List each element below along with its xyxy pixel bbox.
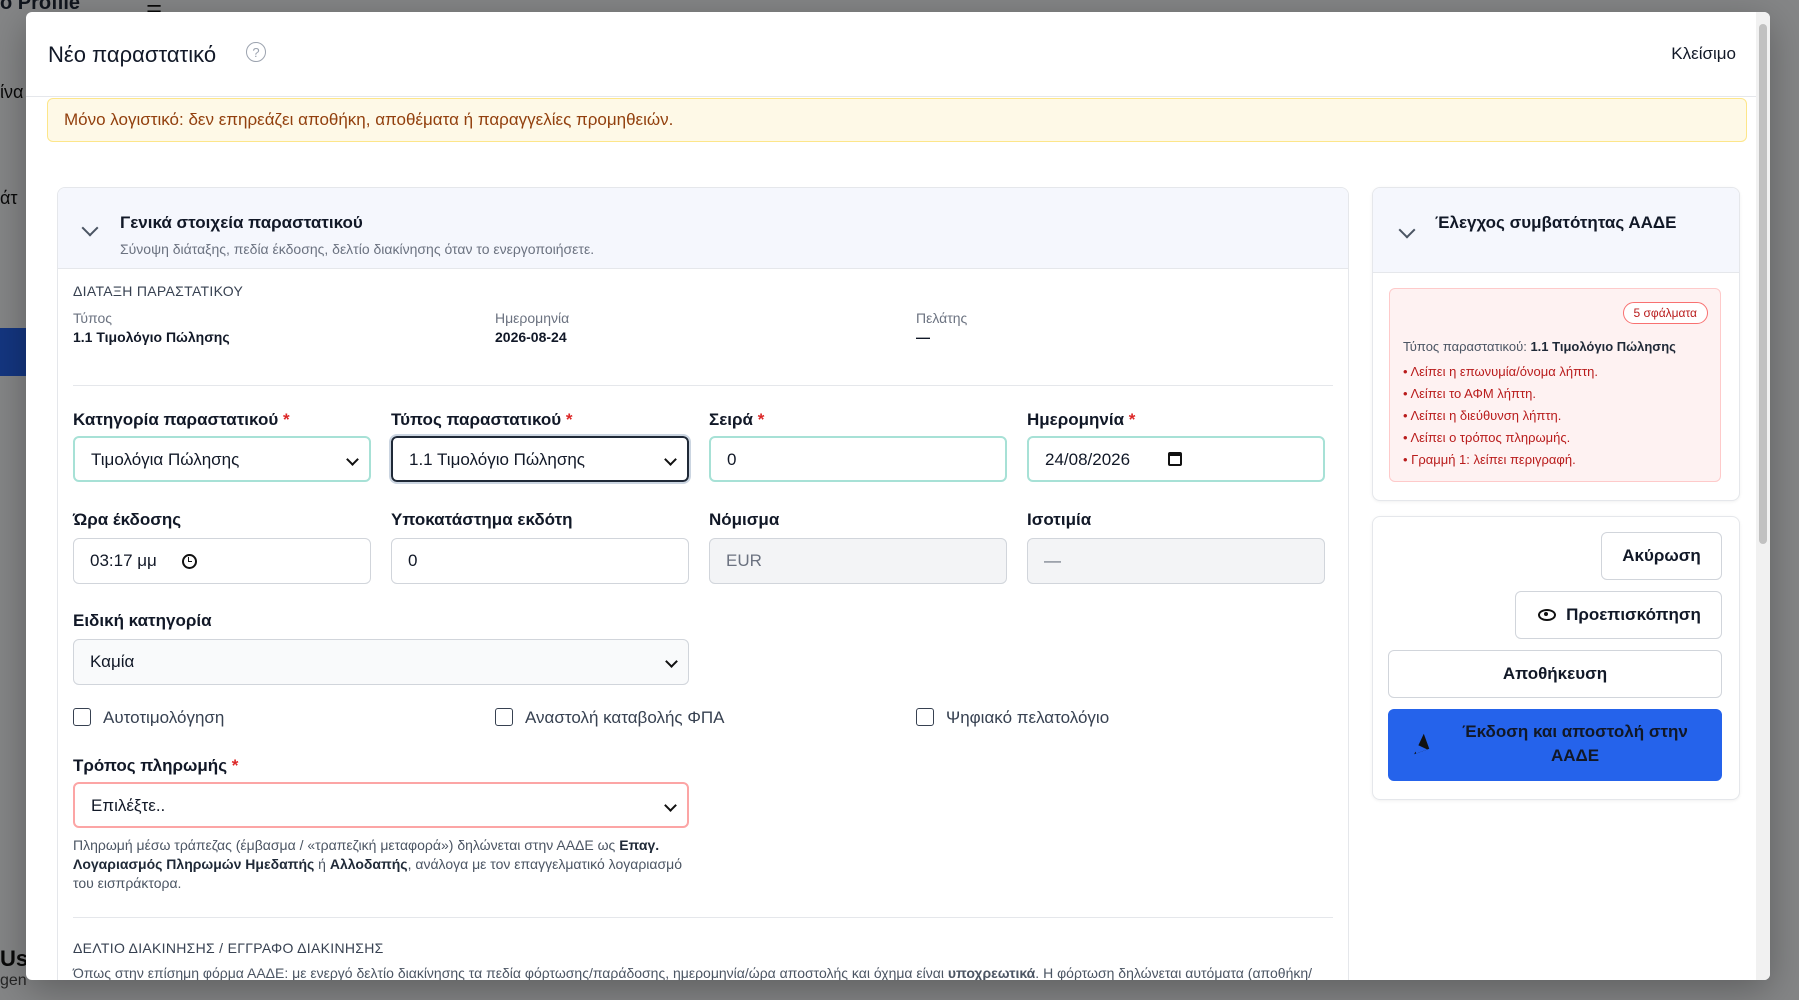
date-label: Ημερομηνία * — [1027, 410, 1136, 429]
payment-help-text: Πληρωμή μέσω τράπεζας (έμβασμα / «τραπεζ… — [73, 837, 682, 891]
issue-time-label: Ώρα έκδοσης — [73, 510, 182, 529]
payment-method-select[interactable]: Επιλέξτε.. — [73, 782, 689, 828]
vat-suspend-label[interactable]: Αναστολή καταβολής ΦΠΑ — [525, 708, 725, 728]
send-icon — [1408, 733, 1430, 755]
chevron-down-icon — [665, 655, 678, 668]
doctype-label: Τύπος παραστατικού * — [391, 410, 573, 429]
compliance-header[interactable]: Έλεγχος συμβατότητας ΑΑΔΕ — [1373, 188, 1739, 273]
chevron-down-icon — [346, 453, 359, 466]
special-category-select[interactable]: Καμία — [73, 639, 689, 685]
delivery-description: Όπως στην επίσημη φόρμα ΑΑΔΕ: με ενεργό … — [73, 965, 1313, 980]
chevron-down-icon[interactable] — [1398, 221, 1416, 239]
general-info-panel: Γενικά στοιχεία παραστατικού Σύνοψη διάτ… — [57, 187, 1349, 980]
error-item: • Λείπει το ΑΦΜ λήπτη. — [1403, 386, 1536, 401]
modal-header: Νέο παραστατικό ? Κλείσιμο — [26, 12, 1770, 97]
chevron-down-icon — [664, 453, 677, 466]
doctype-select[interactable]: 1.1 Τιμολόγιο Πώλησης — [389, 434, 691, 484]
cancel-button[interactable]: Ακύρωση — [1601, 532, 1722, 580]
error-item: • Λείπει η επωνυμία/όνομα λήπτη. — [1403, 364, 1599, 379]
summary-type-label: Τύπος — [73, 310, 112, 326]
error-list: • Λείπει η επωνυμία/όνομα λήπτη. • Λείπε… — [1403, 364, 1598, 474]
summary-type-value: 1.1 Τιμολόγιο Πώλησης — [73, 329, 230, 345]
delivery-section-label: ΔΕΛΤΙΟ ΔΙΑΚΙΝΗΣΗΣ / ΕΓΓΡΑΦΟ ΔΙΑΚΙΝΗΣΗΣ — [73, 940, 384, 956]
currency-input: EUR — [709, 538, 1007, 584]
issue-time-input[interactable]: 03:17 μμ — [73, 538, 371, 584]
category-select[interactable]: Τιμολόγια Πώλησης — [73, 436, 371, 482]
exchange-rate-label: Ισοτιμία — [1027, 510, 1092, 529]
error-count-badge: 5 σφάλματα — [1622, 302, 1708, 324]
compliance-errors-box: 5 σφάλματα Τύπος παραστατικού: 1.1 Τιμολ… — [1389, 288, 1721, 482]
summary-customer-label: Πελάτης — [916, 310, 968, 326]
chevron-down-icon — [664, 799, 677, 812]
layout-section-label: ΔΙΑΤΑΞΗ ΠΑΡΑΣΤΑΤΙΚΟΥ — [73, 283, 244, 299]
digital-ledger-label[interactable]: Ψηφιακό πελατολόγιο — [946, 708, 1109, 728]
special-category-label: Ειδική κατηγορία — [73, 611, 212, 630]
new-document-modal: Νέο παραστατικό ? Κλείσιμο Μόνο λογιστικ… — [26, 12, 1770, 980]
divider — [73, 917, 1333, 918]
actions-panel: Ακύρωση Προεπισκόπηση Αποθήκευση Έκδοση … — [1372, 516, 1740, 800]
scrollbar-thumb[interactable] — [1759, 24, 1767, 544]
summary-customer-value: — — [916, 329, 930, 345]
compliance-doc-type: Τύπος παραστατικού: 1.1 Τιμολόγιο Πώληση… — [1403, 339, 1676, 354]
payment-method-label: Τρόπος πληρωμής * — [73, 756, 239, 775]
vat-suspend-checkbox[interactable] — [495, 708, 513, 726]
eye-icon — [1538, 609, 1556, 621]
chevron-down-icon[interactable] — [81, 219, 99, 237]
digital-ledger-checkbox[interactable] — [916, 708, 934, 726]
issue-and-send-button[interactable]: Έκδοση και αποστολή στην ΑΑΔΕ — [1388, 709, 1722, 781]
category-label: Κατηγορία παραστατικού * — [73, 410, 290, 429]
error-item: • Λείπει η διεύθυνση λήπτη. — [1403, 408, 1562, 423]
general-info-title: Γενικά στοιχεία παραστατικού — [120, 213, 363, 232]
save-button[interactable]: Αποθήκευση — [1388, 650, 1722, 698]
modal-scrollbar[interactable] — [1756, 12, 1770, 980]
summary-date-value: 2026-08-24 — [495, 329, 567, 345]
aade-compliance-panel: Έλεγχος συμβατότητας ΑΑΔΕ 5 σφάλματα Τύπ… — [1372, 187, 1740, 501]
currency-label: Νόμισμα — [709, 510, 780, 529]
branch-input[interactable]: 0 — [391, 538, 689, 584]
divider — [73, 385, 1333, 386]
modal-title: Νέο παραστατικό — [48, 42, 217, 67]
self-invoice-checkbox[interactable] — [73, 708, 91, 726]
clock-icon[interactable] — [182, 554, 197, 569]
error-item: • Γραμμή 1: λείπει περιγραφή. — [1403, 452, 1576, 467]
accounting-only-alert: Μόνο λογιστικό: δεν επηρεάζει αποθήκη, α… — [47, 98, 1747, 142]
preview-button[interactable]: Προεπισκόπηση — [1515, 591, 1722, 639]
compliance-title: Έλεγχος συμβατότητας ΑΑΔΕ — [1435, 213, 1677, 232]
date-input[interactable]: 24/08/2026 — [1027, 436, 1325, 482]
general-info-header[interactable]: Γενικά στοιχεία παραστατικού Σύνοψη διάτ… — [58, 188, 1348, 269]
self-invoice-label[interactable]: Αυτοτιμολόγηση — [103, 708, 224, 728]
series-label: Σειρά * — [709, 410, 765, 429]
summary-date-label: Ημερομηνία — [495, 310, 570, 326]
series-input[interactable]: 0 — [709, 436, 1007, 482]
error-item: • Λείπει ο τρόπος πληρωμής. — [1403, 430, 1571, 445]
general-info-subtitle: Σύνοψη διάταξης, πεδία έκδοσης, δελτίο δ… — [120, 241, 595, 257]
exchange-rate-input: — — [1027, 538, 1325, 584]
help-icon[interactable]: ? — [246, 42, 266, 62]
calendar-icon[interactable] — [1168, 452, 1182, 466]
close-button[interactable]: Κλείσιμο — [1671, 44, 1736, 64]
branch-label: Υποκατάστημα εκδότη — [391, 510, 573, 529]
